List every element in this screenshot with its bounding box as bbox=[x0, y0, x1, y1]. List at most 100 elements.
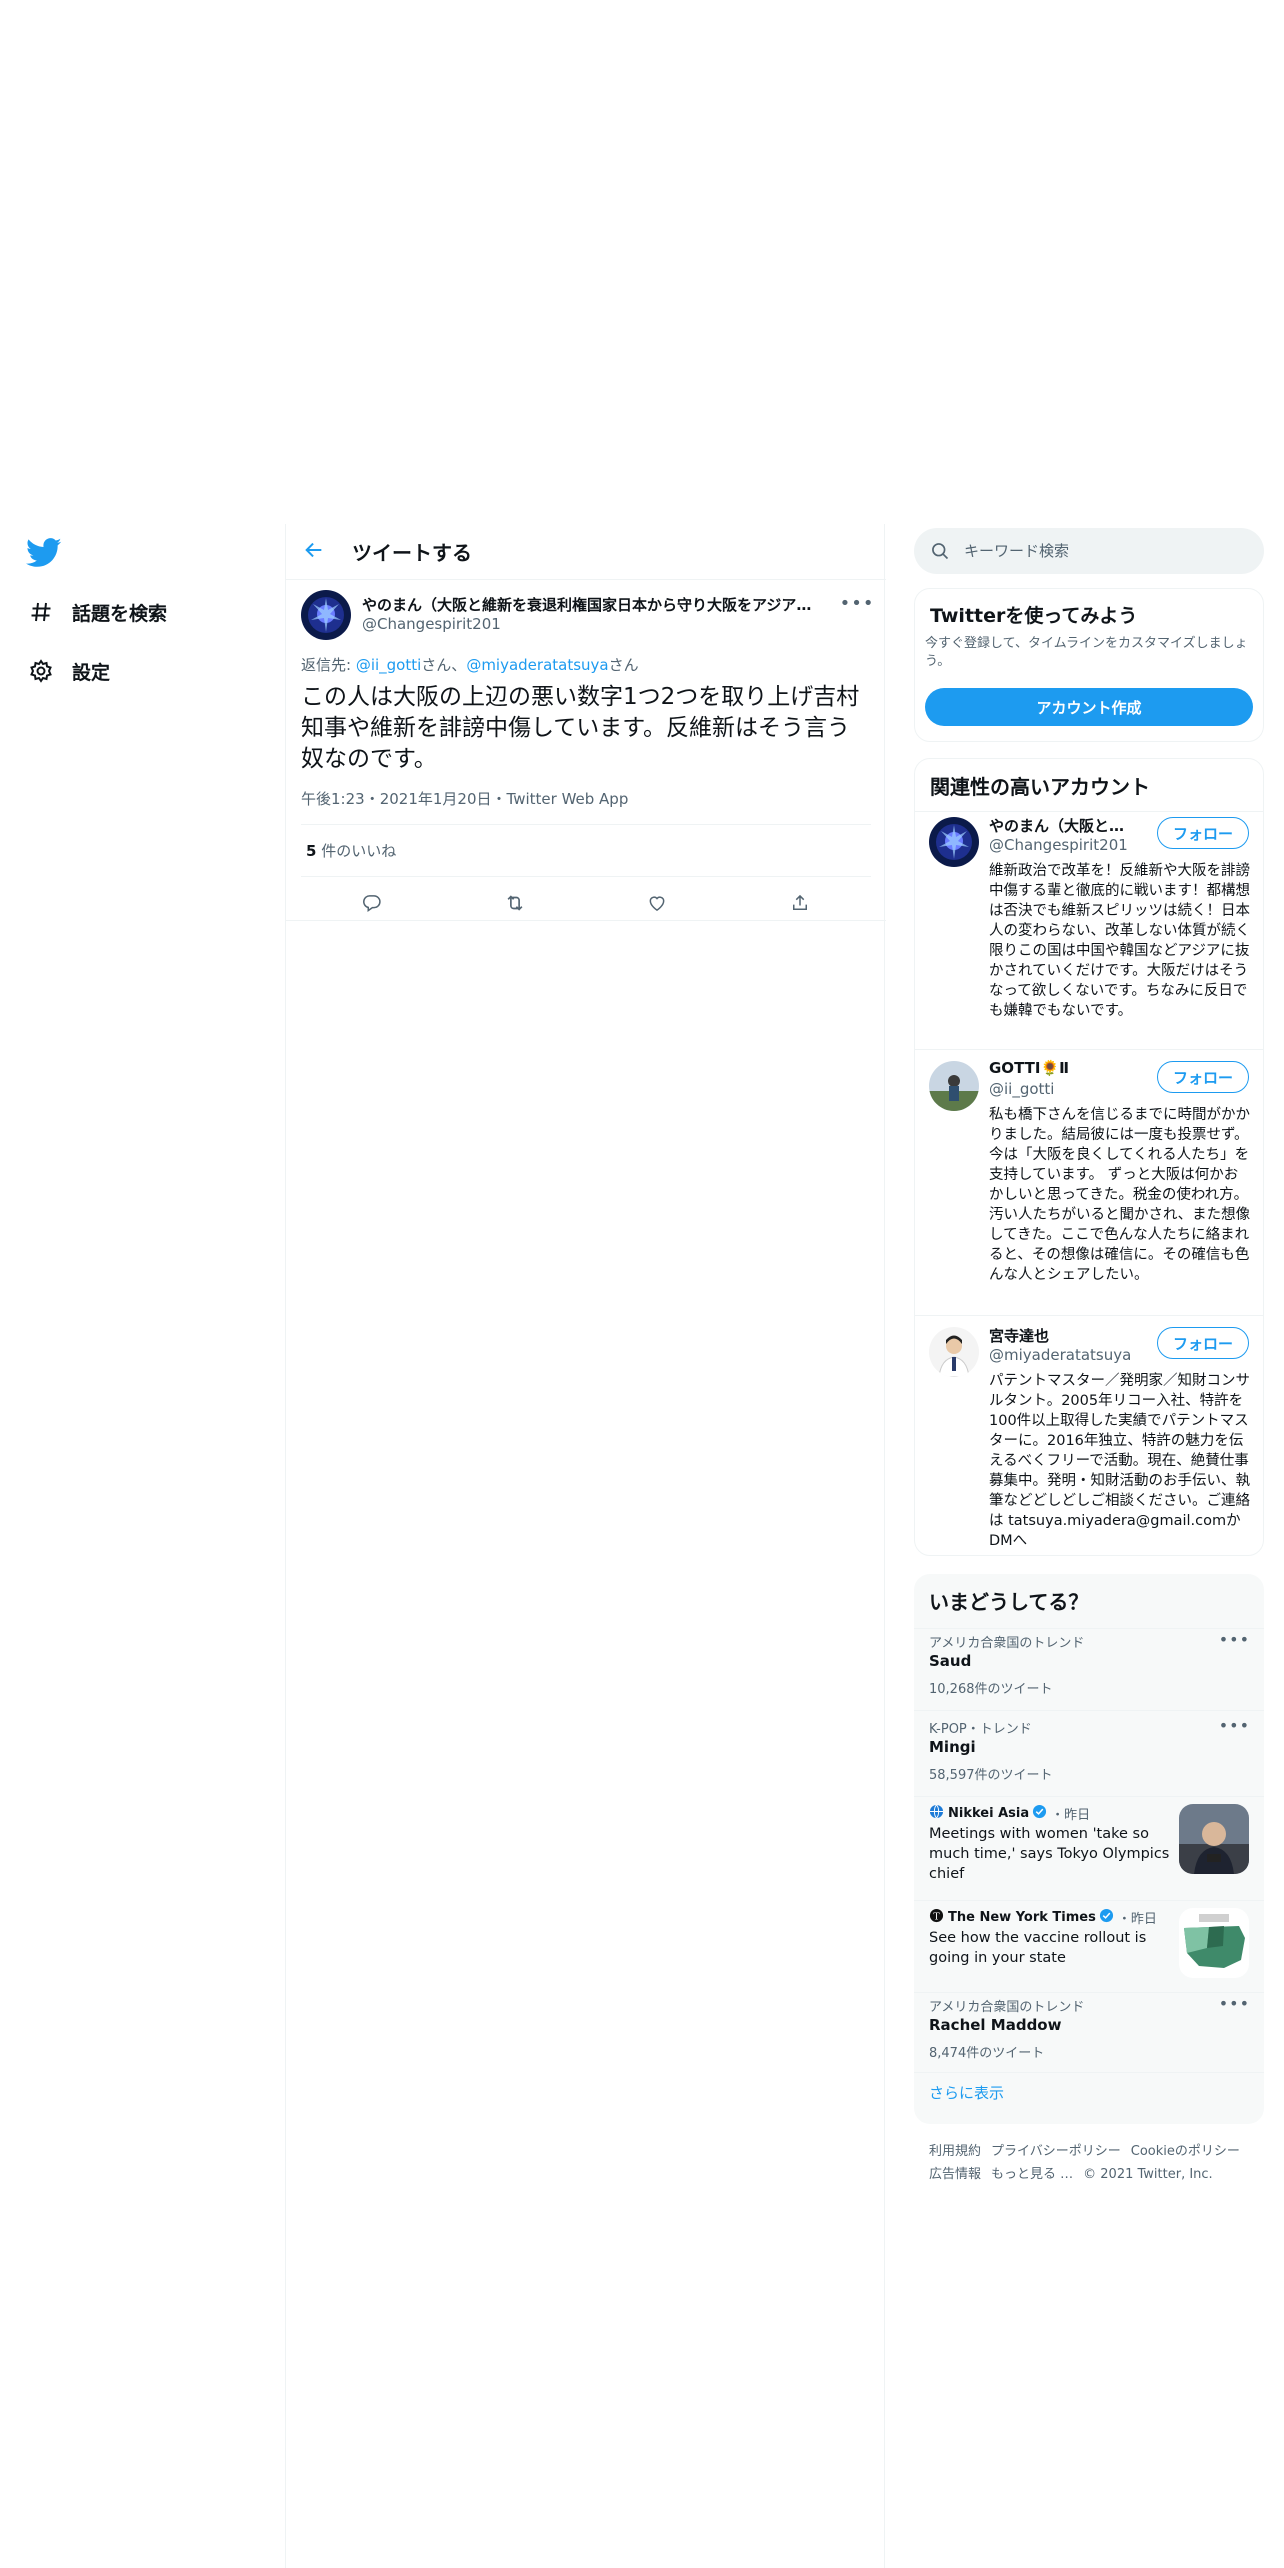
tweet-date[interactable]: 2021年1月20日 bbox=[380, 790, 492, 808]
gear-icon bbox=[26, 656, 56, 686]
news-headline: See how the vaccine rollout is going in … bbox=[929, 1930, 1147, 1966]
news-source-name: Nikkei Asia bbox=[948, 1806, 1030, 1821]
nav-settings[interactable]: 設定 bbox=[26, 651, 110, 691]
like-button[interactable] bbox=[639, 887, 675, 923]
copyright: © 2021 Twitter, Inc. bbox=[1083, 2167, 1213, 2182]
show-more-link[interactable]: さらに表示 bbox=[929, 2082, 1004, 2103]
author-handle[interactable]: @Changespirit201 bbox=[362, 615, 501, 633]
footer-cookie-link[interactable]: Cookieのポリシー bbox=[1131, 2144, 1240, 2159]
main-column: ツイートする やのまん（大阪と維新を衰退利権国家日本から守り大阪をアジアのハブ都… bbox=[285, 524, 886, 2568]
author-name[interactable]: やのまん（大阪と維新を衰退利権国家日本から守り大阪をアジアのハブ都市にする市民の… bbox=[362, 594, 822, 615]
nav-settings-label: 設定 bbox=[72, 661, 111, 684]
news-thumbnail bbox=[1179, 1908, 1249, 1978]
follow-button[interactable]: フォロー bbox=[1157, 817, 1249, 849]
divider bbox=[914, 1710, 1264, 1711]
share-button[interactable] bbox=[782, 887, 818, 923]
reply-user-link[interactable]: @ii_gotti bbox=[356, 656, 421, 674]
more-icon[interactable]: ••• bbox=[1219, 1716, 1250, 1735]
footer-ads-link[interactable]: 広告情報 bbox=[929, 2167, 981, 2182]
back-button[interactable] bbox=[296, 534, 332, 570]
reply-icon bbox=[362, 893, 382, 917]
divider bbox=[301, 876, 871, 877]
account-name[interactable]: 宮寺達也 bbox=[989, 1325, 1139, 1346]
signup-description: 今すぐ登録して、タイムラインをカスタマイズしましょう。 bbox=[925, 636, 1248, 669]
more-icon[interactable]: ••• bbox=[1219, 1630, 1250, 1649]
account-bio: 維新政治で改革を！反維新や大阪を誹謗中傷する輩と徹底的に戦います！都構想は否決で… bbox=[989, 863, 1250, 1019]
avatar[interactable] bbox=[929, 817, 979, 867]
signup-card: Twitterを使ってみよう 今すぐ登録して、タイムラインをカスタマイズしましょ… bbox=[914, 588, 1264, 742]
divider bbox=[914, 2072, 1264, 2073]
reply-user-link[interactable]: @miyaderatatsuya bbox=[466, 656, 608, 674]
search-icon bbox=[930, 541, 950, 561]
footer-privacy-link[interactable]: プライバシーポリシー bbox=[991, 2144, 1121, 2159]
reply-prefix: 返信先: bbox=[301, 656, 356, 674]
search-bar[interactable] bbox=[914, 528, 1264, 574]
divider bbox=[914, 1900, 1264, 1901]
tweet-actions bbox=[301, 880, 871, 930]
retweet-icon bbox=[504, 892, 526, 918]
divider bbox=[301, 824, 871, 825]
trend-count: 58,597件のツイート bbox=[929, 1768, 1053, 1783]
page-title: ツイートする bbox=[352, 541, 472, 565]
news-thumbnail bbox=[1179, 1804, 1249, 1874]
news-time: ・昨日 bbox=[1117, 1912, 1157, 1927]
tweet-source: Twitter Web App bbox=[506, 790, 629, 808]
tweet-time[interactable]: 午後1:23 bbox=[301, 790, 365, 808]
account-name[interactable]: やのまん（大阪と維新を衰退利権国家日本から守り大阪をアジアのハブ都市にする市民の… bbox=[989, 815, 1139, 836]
divider bbox=[914, 1796, 1264, 1797]
avatar[interactable] bbox=[301, 590, 351, 640]
likes-count[interactable]: 5 件のいいね bbox=[306, 840, 396, 861]
reply-to: 返信先: @ii_gottiさん、@miyaderatatsuyaさん bbox=[301, 654, 639, 675]
nav-explore[interactable]: 話題を検索 bbox=[26, 592, 167, 632]
footer-terms-link[interactable]: 利用規約 bbox=[929, 2144, 981, 2159]
signup-title: Twitterを使ってみよう bbox=[930, 605, 1138, 627]
page-header: ツイートする bbox=[286, 524, 886, 580]
verified-icon bbox=[1099, 1908, 1114, 1927]
footer-more-link[interactable]: もっと見る … bbox=[991, 2167, 1073, 2182]
trend-count: 10,268件のツイート bbox=[929, 1682, 1053, 1697]
retweet-button[interactable] bbox=[497, 887, 533, 923]
trends-title: いまどうしてる？ bbox=[929, 1590, 1089, 1614]
news-source-name: The New York Times bbox=[948, 1910, 1096, 1925]
account-handle[interactable]: @miyaderatatsuya bbox=[989, 1346, 1131, 1364]
avatar[interactable] bbox=[929, 1327, 979, 1377]
likes-label: 件のいいね bbox=[316, 842, 397, 860]
avatar[interactable] bbox=[929, 1061, 979, 1111]
account-name[interactable]: GOTTI🌻Ⅱ bbox=[989, 1059, 1139, 1077]
news-source: Nikkei Asia ・昨日 bbox=[929, 1804, 1090, 1823]
more-icon[interactable]: ••• bbox=[1219, 1994, 1250, 2013]
nyt-logo-icon: T bbox=[929, 1908, 944, 1927]
divider bbox=[915, 1049, 1263, 1050]
reply-suffix: さん bbox=[608, 656, 639, 674]
related-accounts-card: 関連性の高いアカウント やのまん（大阪と維新を衰退利権国家日本から守り大阪をアジ… bbox=[914, 758, 1264, 1556]
nav-explore-label: 話題を検索 bbox=[72, 602, 168, 625]
more-icon[interactable]: ••• bbox=[840, 588, 874, 618]
news-source: T The New York Times ・昨日 bbox=[929, 1908, 1157, 1927]
tweet-meta: 午後1:23・2021年1月20日・Twitter Web App bbox=[301, 788, 628, 809]
twitter-logo-icon[interactable] bbox=[26, 538, 62, 568]
globe-icon bbox=[929, 1804, 944, 1823]
divider bbox=[286, 920, 886, 921]
footer: 利用規約 プライバシーポリシー Cookieのポリシー 広告情報 もっと見る … © 2… bbox=[929, 2140, 1259, 2186]
reply-button[interactable] bbox=[354, 887, 390, 923]
meta-separator: ・ bbox=[364, 790, 380, 808]
account-bio: 私も橋下さんを信じるまでに時間がかかりました。結局彼には一度も投票せず。 今は「… bbox=[989, 1107, 1251, 1283]
create-account-button[interactable]: アカウント作成 bbox=[925, 688, 1253, 726]
divider bbox=[914, 1992, 1264, 1993]
share-icon bbox=[790, 893, 810, 917]
news-headline: Meetings with women 'take so much time,'… bbox=[929, 1826, 1170, 1882]
back-arrow-icon bbox=[303, 539, 325, 565]
divider bbox=[915, 1315, 1263, 1316]
search-input[interactable] bbox=[964, 542, 1244, 560]
divider bbox=[914, 1628, 1264, 1629]
trend-context: K-POP・トレンド bbox=[929, 1722, 1032, 1737]
related-title: 関連性の高いアカウント bbox=[930, 775, 1150, 799]
trend-context: アメリカ合衆国のトレンド bbox=[929, 2000, 1085, 2015]
account-handle[interactable]: @ii_gotti bbox=[989, 1080, 1054, 1098]
account-bio: パテントマスター／発明家／知財コンサルタント。2005年リコー入社、特許を100… bbox=[989, 1373, 1250, 1549]
follow-button[interactable]: フォロー bbox=[1157, 1061, 1249, 1093]
verified-icon bbox=[1032, 1804, 1047, 1823]
follow-button[interactable]: フォロー bbox=[1157, 1327, 1249, 1359]
account-handle[interactable]: @Changespirit201 bbox=[989, 836, 1128, 854]
tweet-text: この人は大阪の上辺の悪い数字1つ2つを取り上げ吉村知事や維新を誹謗中傷しています… bbox=[301, 684, 860, 772]
